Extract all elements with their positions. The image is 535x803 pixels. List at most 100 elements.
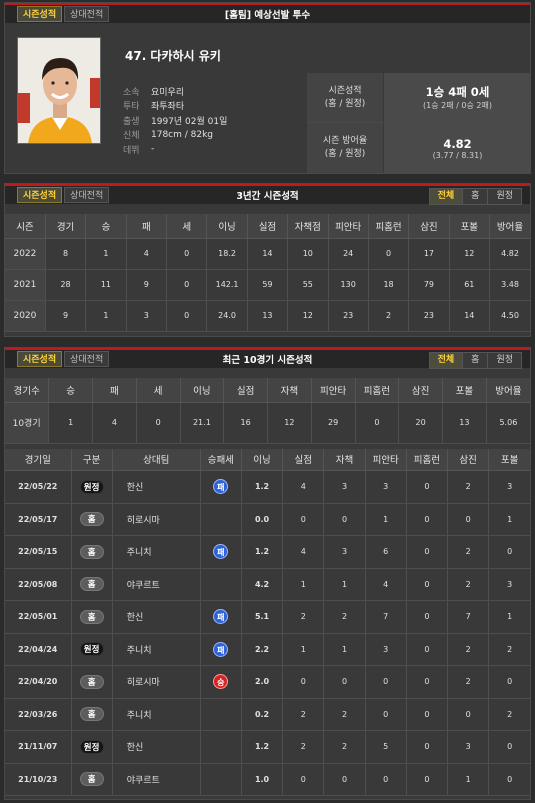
tab-season-stats[interactable]: 시즌성적 — [17, 187, 63, 203]
game-type-cell: 원정 — [71, 633, 113, 666]
tab-head-to-head[interactable]: 상대전적 — [64, 187, 110, 203]
stat-cell: 2 — [368, 300, 410, 332]
venue-badge: 홈 — [79, 544, 104, 559]
tab-season-stats[interactable]: 시즌성적 — [17, 6, 63, 22]
game-hr-cell: 0 — [406, 633, 449, 666]
stat-cell: 8 — [45, 238, 87, 270]
game-h-cell: 0 — [365, 763, 407, 796]
recent-summary-body: 10경기 1 4 0 21.1 16 12 29 0 20 13 5.06 — [5, 402, 530, 444]
game-result-cell: 패 — [200, 470, 242, 504]
table-row: 2022 8 1 4 0 18.2 14 10 24 0 17 12 4.82 — [5, 238, 530, 270]
player-body: 47. 다카하시 유키 소속 요미우리 투타 좌투좌타 출생 1997년 02월 01… — [5, 25, 531, 173]
recent-panel: 시즌성적 상대전적 최근 10경기 시즌성적 전체 홈 원정 경기수 승 패 세 이닝 실… — [4, 347, 531, 800]
stat-cell: 23 — [408, 300, 450, 332]
filter-home[interactable]: 홈 — [463, 353, 489, 368]
stat-cell: 4 — [126, 238, 168, 270]
column-header: 피안타 — [365, 448, 407, 471]
stat-cell: 21.1 — [180, 402, 225, 444]
stat-cell: 11 — [85, 269, 127, 301]
season-record-label-line2: (홈 / 원정) — [324, 98, 366, 109]
filter-away[interactable]: 원정 — [488, 189, 521, 204]
tab-season-stats[interactable]: 시즌성적 — [17, 351, 63, 367]
season-era-value: 4.82 (3.77 / 8.31) — [383, 123, 531, 173]
tab-head-to-head[interactable]: 상대전적 — [64, 351, 110, 367]
game-er-cell: 0 — [323, 503, 366, 536]
stat-cell: 14 — [247, 238, 289, 270]
game-h-cell: 1 — [365, 503, 407, 536]
game-result-cell — [200, 568, 242, 601]
filter-home[interactable]: 홈 — [463, 189, 489, 204]
game-type-cell: 홈 — [71, 665, 113, 699]
recent-games-table: 경기일 구분 상대팀 승패세 이닝 실점 자책 피안타 피홈런 삼진 포볼 22/05/22 원정 한신… — [5, 448, 530, 797]
game-hr-cell: 0 — [406, 535, 449, 569]
game-r-cell: 2 — [282, 730, 325, 764]
table-row: 2021 28 11 9 0 142.1 59 55 130 18 79 61 3.48 — [5, 269, 530, 301]
filter-all[interactable]: 전체 — [429, 189, 464, 204]
tab-head-to-head[interactable]: 상대전적 — [64, 6, 110, 22]
game-r-cell: 1 — [282, 568, 325, 601]
season-era-label-line2: (홈 / 원정) — [324, 149, 366, 159]
game-hr-cell: 0 — [406, 568, 449, 601]
table-row: 22/05/22 원정 한신 패 1.2 4 3 3 0 2 3 — [5, 470, 530, 504]
three-year-panel: 시즌성적 상대전적 3년간 시즌성적 전체 홈 원정 시즌 경기 승 패 세 이닝 실점 자책… — [4, 183, 531, 337]
game-type-cell: 홈 — [71, 600, 113, 634]
column-header: 실점 — [223, 378, 268, 403]
filter-all[interactable]: 전체 — [429, 353, 464, 368]
info-row-team: 소속 요미우리 — [123, 84, 227, 99]
player-name: 47. 다카하시 유키 — [125, 49, 221, 63]
stat-cell: 23 — [328, 300, 369, 332]
game-result-cell — [200, 763, 242, 796]
game-result-cell: 승 — [200, 665, 242, 699]
stat-cell: 12 — [449, 238, 491, 270]
info-key: 데뷔 — [123, 145, 140, 156]
stat-cell: 4.82 — [489, 238, 530, 270]
stat-cell: 0 — [368, 238, 410, 270]
three-year-tabs: 시즌성적 상대전적 — [17, 187, 110, 203]
recent-title: 최근 10경기 시즌성적 — [222, 355, 313, 366]
stat-cell: 79 — [408, 269, 450, 301]
stat-cell: 4 — [92, 402, 137, 444]
table-row: 22/05/17 홈 히로시마 0.0 0 0 1 0 0 1 — [5, 503, 530, 536]
filter-away[interactable]: 원정 — [488, 353, 521, 368]
venue-badge: 홈 — [79, 609, 104, 624]
game-r-cell: 0 — [282, 665, 325, 699]
player-panel: 시즌성적 상대전적 [홈팀] 예상선발 투수 47. 다카하시 유키 소속 요미우… — [4, 2, 531, 174]
win-icon: 승 — [213, 674, 229, 690]
games-count-cell: 10경기 — [5, 402, 50, 444]
game-so-cell: 0 — [447, 503, 490, 536]
game-opp-cell: 야쿠르트 — [112, 763, 201, 796]
game-date-cell: 22/05/15 — [5, 535, 72, 569]
game-result-cell: 패 — [200, 633, 242, 666]
stat-cell: 1 — [48, 402, 93, 444]
table-row: 22/05/08 홈 야쿠르트 4.2 1 1 4 0 2 3 — [5, 568, 530, 601]
game-bb-cell: 1 — [488, 503, 530, 536]
game-type-cell: 홈 — [71, 698, 113, 731]
column-header: 자책점 — [287, 214, 329, 239]
game-er-cell: 0 — [323, 665, 366, 699]
column-header: 세 — [136, 378, 181, 403]
column-header: 상대팀 — [112, 448, 201, 471]
loss-icon: 패 — [213, 479, 229, 495]
column-header: 자책 — [267, 378, 312, 403]
game-bb-cell: 3 — [488, 470, 530, 504]
info-key: 출생 — [123, 116, 140, 127]
column-header: 삼진 — [447, 448, 490, 471]
info-value: 좌투좌타 — [151, 102, 185, 113]
three-year-header: 시즌성적 상대전적 3년간 시즌성적 전체 홈 원정 — [5, 184, 530, 205]
info-row-debut: 데뷔 - — [123, 142, 227, 157]
recent-summary-table: 경기수 승 패 세 이닝 실점 자책 피안타 피홈런 삼진 포볼 방어율 10경기 1 4 0 21.1 16 1… — [5, 378, 530, 444]
recent-games-header-row: 경기일 구분 상대팀 승패세 이닝 실점 자책 피안타 피홈런 삼진 포볼 — [5, 448, 530, 471]
game-er-cell: 2 — [323, 698, 366, 731]
info-key: 신체 — [123, 131, 140, 142]
game-type-cell: 홈 — [71, 535, 113, 569]
game-date-cell: 22/05/01 — [5, 600, 72, 634]
game-hr-cell: 0 — [406, 503, 449, 536]
game-so-cell: 2 — [447, 470, 490, 504]
column-header: 피홈런 — [406, 448, 449, 471]
game-so-cell: 2 — [447, 665, 490, 699]
player-panel-title: [홈팀] 예상선발 투수 — [224, 10, 311, 21]
stat-cell: 9 — [126, 269, 168, 301]
venue-badge: 홈 — [79, 512, 104, 527]
stat-cell: 20 — [398, 402, 443, 444]
game-bb-cell: 0 — [488, 763, 530, 796]
